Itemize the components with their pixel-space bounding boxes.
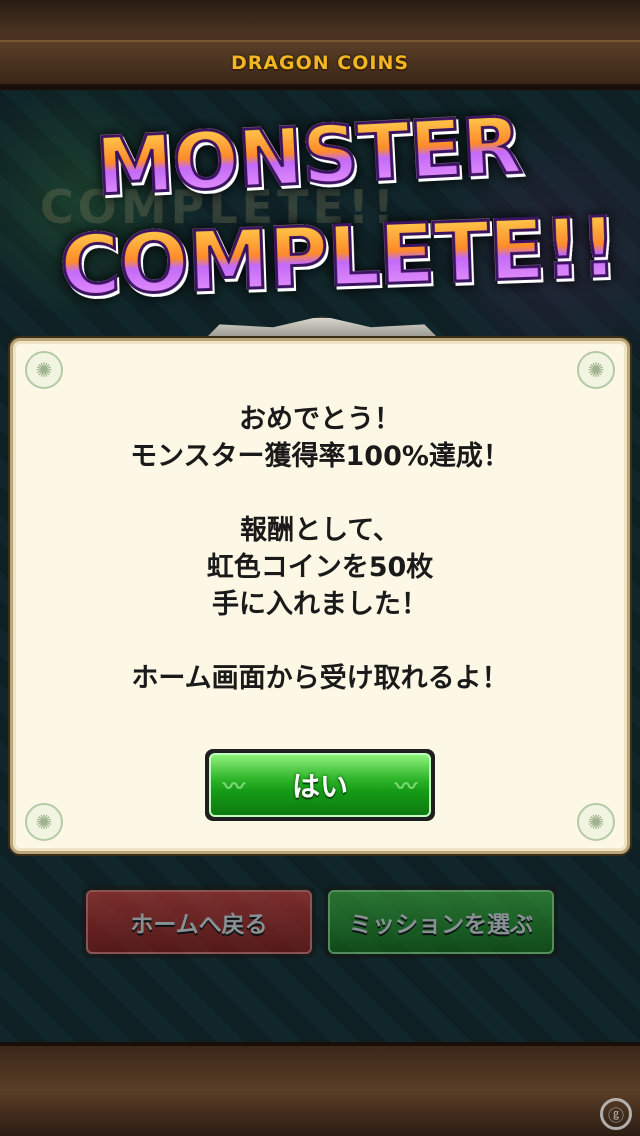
site-watermark-icon: ⓖ — [600, 1098, 632, 1130]
banner-line-complete: COMPLETE!! — [57, 199, 620, 316]
monster-complete-banner: COMPLETE!! MONSTER COMPLETE!! — [40, 99, 620, 330]
back-to-home-button[interactable]: ホームへ戻る — [82, 886, 316, 958]
corner-ornament-icon: ✺ — [25, 803, 63, 841]
top-bar: DRAGON COINS — [0, 0, 640, 90]
reward-dialog: ✺ ✺ ✺ ✺ おめでとう！ モンスター獲得率100%達成！ 報酬として、 虹色… — [10, 338, 630, 854]
bottom-bar — [0, 1042, 640, 1136]
corner-ornament-icon: ✺ — [577, 351, 615, 389]
back-to-home-label: ホームへ戻る — [86, 890, 312, 954]
corner-ornament-icon: ✺ — [577, 803, 615, 841]
yes-button-label: はい — [291, 770, 348, 803]
wing-ornament-icon: 〰 — [394, 775, 417, 800]
select-mission-button[interactable]: ミッションを選ぶ — [324, 886, 558, 958]
yes-button[interactable]: 〰 はい 〰 — [205, 749, 435, 821]
dragon-coins-logo: DRAGON COINS — [230, 52, 410, 74]
reward-message: おめでとう！ モンスター獲得率100%達成！ 報酬として、 虹色コインを50枚 … — [130, 404, 510, 694]
corner-ornament-icon: ✺ — [25, 351, 63, 389]
select-mission-label: ミッションを選ぶ — [328, 890, 554, 954]
banner-line-monster: MONSTER — [92, 99, 524, 214]
yes-button-face: 〰 はい 〰 — [209, 753, 431, 817]
wing-ornament-icon: 〰 — [223, 775, 246, 800]
